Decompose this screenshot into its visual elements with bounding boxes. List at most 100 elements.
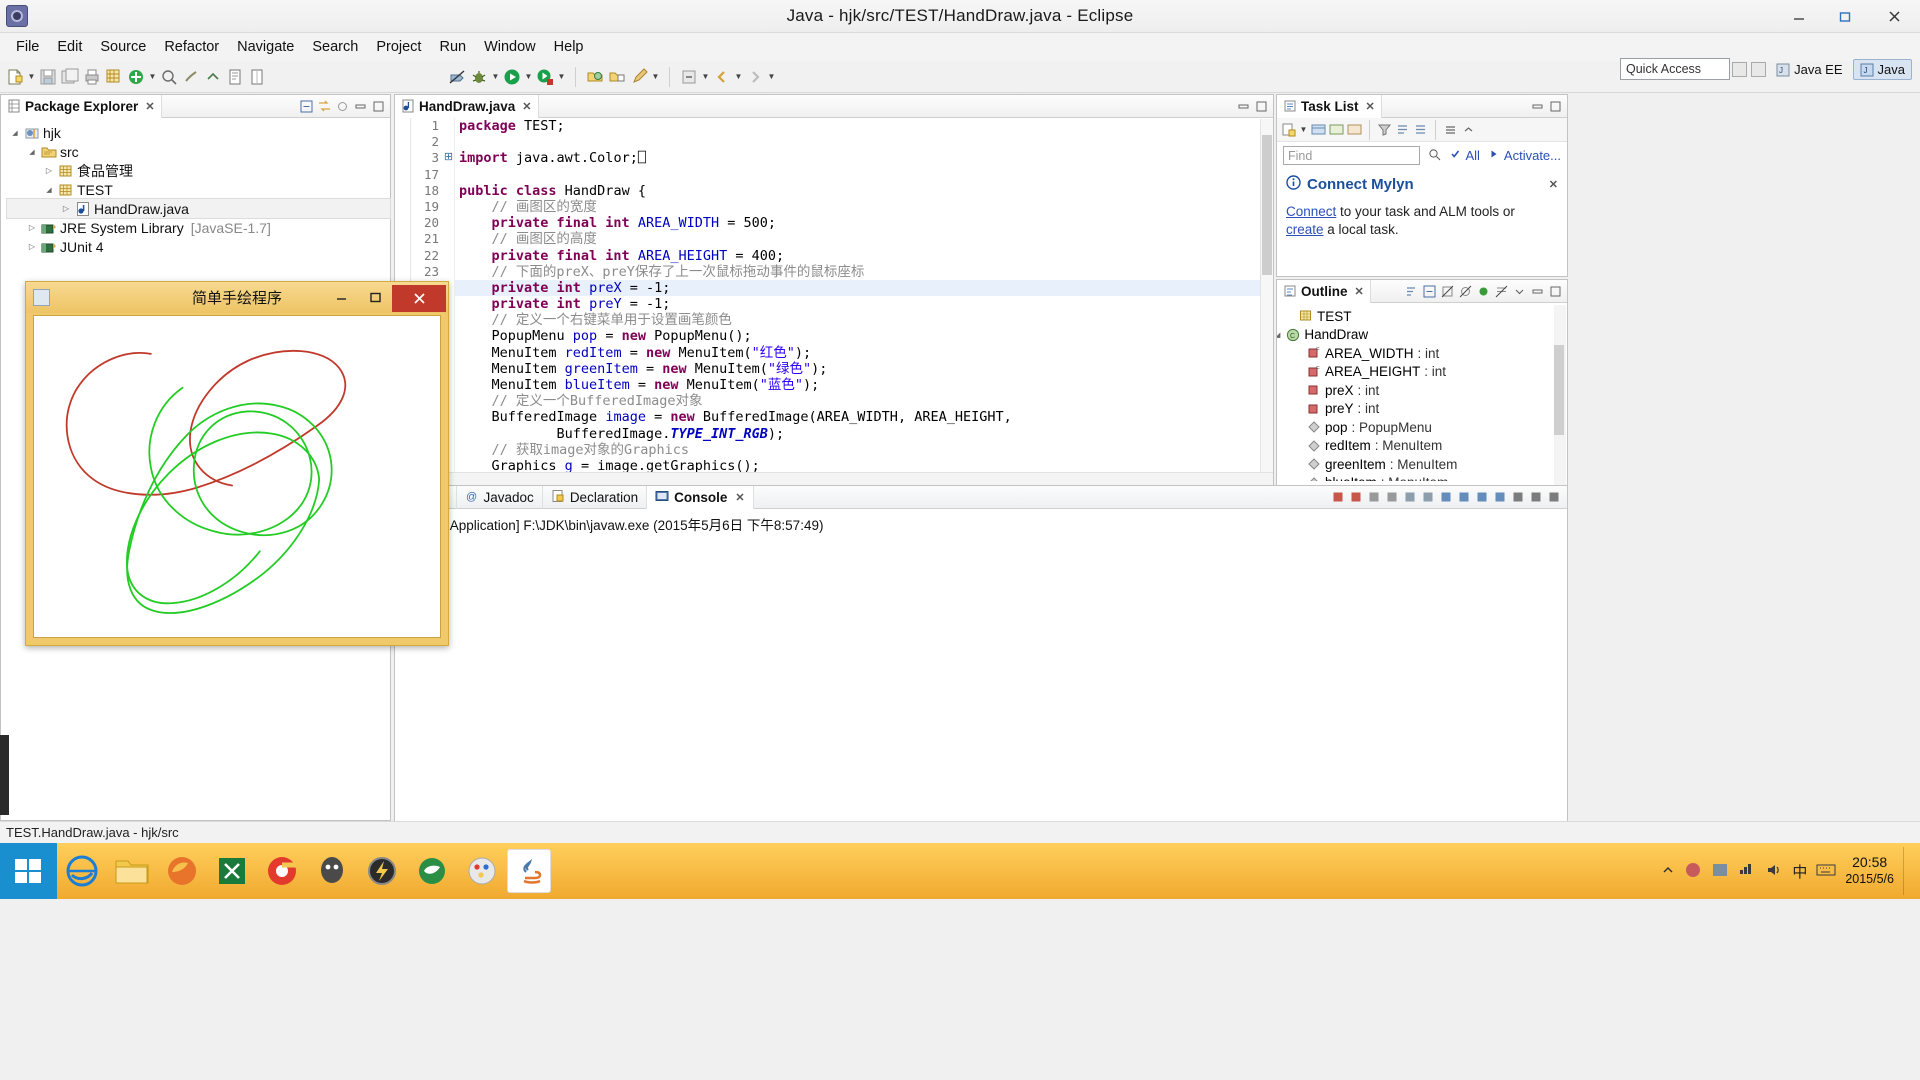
package-tree-row[interactable]: ◢ hjk	[7, 123, 390, 142]
tab-outline[interactable]: Outline ✕	[1277, 279, 1371, 303]
back-dropdown-icon[interactable]: ▼	[734, 67, 743, 87]
code-line[interactable]: BufferedImage image = new BufferedImage(…	[455, 409, 1273, 425]
open-task-2-icon[interactable]	[607, 67, 627, 87]
close-icon[interactable]: ✕	[735, 491, 744, 504]
mylyn-connect-link[interactable]: Connect	[1286, 204, 1336, 219]
editor-vertical-scrollbar[interactable]	[1260, 119, 1273, 472]
twisty-collapsed-icon[interactable]: ▷	[60, 204, 72, 213]
tray-volume-icon[interactable]	[1765, 862, 1783, 881]
outline-row[interactable]: preX : int	[1277, 381, 1567, 400]
menu-navigate[interactable]: Navigate	[228, 36, 303, 58]
terminate-all-icon[interactable]	[1349, 490, 1364, 505]
handdraw-close-button[interactable]	[392, 285, 446, 312]
maximize-editor-icon[interactable]	[1254, 99, 1269, 114]
code-line[interactable]: PopupMenu pop = new PopupMenu();	[455, 328, 1273, 344]
package-tree-row[interactable]: ▷ JRE System Library [JavaSE-1.7]	[7, 218, 390, 237]
debug-icon[interactable]	[469, 67, 489, 87]
outline-scrollbar-thumb[interactable]	[1554, 345, 1564, 435]
outline-tree[interactable]: TEST ◢ C HandDraw F AREA_WIDTH : int F AREA_HEI…	[1277, 303, 1567, 481]
hide-local-icon[interactable]	[1494, 284, 1509, 299]
code-line[interactable]: private final int AREA_WIDTH = 500;	[455, 215, 1273, 231]
new-java-class-icon[interactable]	[104, 67, 124, 87]
open-type-icon[interactable]	[585, 67, 605, 87]
perspective-list-icon[interactable]	[1751, 62, 1767, 77]
close-icon[interactable]: ✕	[1366, 100, 1375, 113]
filter-icon[interactable]	[1377, 122, 1392, 137]
package-tree-row[interactable]: ▷ HandDraw.java	[6, 198, 391, 219]
taskbar-chrome-icon[interactable]	[257, 843, 307, 899]
link-with-editor-icon[interactable]	[317, 99, 332, 114]
handdraw-canvas[interactable]	[33, 315, 441, 638]
external-tools-dropdown-icon[interactable]: ▼	[557, 67, 566, 87]
code-line[interactable]: import java.awt.Color;⎕	[455, 150, 1273, 166]
fold-toggle-icon[interactable]: ⊞	[443, 150, 454, 166]
new-task-icon[interactable]	[1281, 122, 1296, 137]
open-task-icon[interactable]	[225, 67, 245, 87]
run-external-tools-icon[interactable]	[535, 67, 555, 87]
package-tree-row[interactable]: ▷ JUnit 4	[7, 237, 390, 256]
taskbar-paint-icon[interactable]	[457, 843, 507, 899]
menu-search[interactable]: Search	[303, 36, 367, 58]
back-icon[interactable]	[712, 67, 732, 87]
taskbar-qq-icon[interactable]	[307, 843, 357, 899]
console-menu-icon[interactable]	[1511, 490, 1526, 505]
task-view-menu-icon[interactable]	[1443, 122, 1458, 137]
outline-row[interactable]: preY : int	[1277, 400, 1567, 419]
code-line[interactable]: // 定义一个右键菜单用于设置画笔颜色	[455, 312, 1273, 328]
new-task-dropdown-icon[interactable]: ▼	[1299, 120, 1308, 140]
code-line[interactable]: BufferedImage.TYPE_INT_RGB);	[455, 426, 1273, 442]
hide-nonpublic-icon[interactable]	[1476, 284, 1491, 299]
outline-row[interactable]: blueItem : MenuItem	[1277, 474, 1567, 481]
collapse-icon[interactable]	[1395, 122, 1410, 137]
minimize-console-icon[interactable]	[1529, 490, 1544, 505]
taskbar-firefox-icon[interactable]	[157, 843, 207, 899]
tray-app2-icon[interactable]	[1711, 861, 1729, 882]
run-dropdown-icon[interactable]: ▼	[524, 67, 533, 87]
forward-dropdown-icon[interactable]: ▼	[767, 67, 776, 87]
code-line[interactable]: // 定义一个BufferedImage对象	[455, 393, 1273, 409]
code-line[interactable]: package TEST;	[455, 118, 1273, 134]
taskbar-eclipse-icon[interactable]	[407, 843, 457, 899]
next-annotation-icon[interactable]	[203, 67, 223, 87]
taskbar-thunder-icon[interactable]	[357, 843, 407, 899]
maximize-console-icon[interactable]	[1547, 490, 1562, 505]
open-perspective-icon[interactable]	[1732, 62, 1748, 77]
perspective-java-ee[interactable]: J Java EE	[1770, 60, 1848, 79]
twisty-collapsed-icon[interactable]: ▷	[43, 166, 55, 175]
run-icon[interactable]	[502, 67, 522, 87]
tray-ime-indicator[interactable]: 中	[1792, 861, 1807, 882]
menu-file[interactable]: File	[7, 36, 48, 58]
code-line[interactable]	[455, 167, 1273, 183]
outline-row[interactable]: ◢ C HandDraw	[1277, 326, 1567, 345]
code-line[interactable]: // 获取image对象的Graphics	[455, 442, 1273, 458]
code-line[interactable]: MenuItem greenItem = new MenuItem("绿色");	[455, 361, 1273, 377]
outline-row[interactable]: pop : PopupMenu	[1277, 418, 1567, 437]
close-mylyn-icon[interactable]: ✕	[1549, 178, 1558, 191]
twisty-expanded-icon[interactable]: ◢	[26, 148, 38, 156]
code-line[interactable]: MenuItem blueItem = new MenuItem("蓝色");	[455, 377, 1273, 393]
activate-arrow-icon[interactable]	[1488, 148, 1500, 163]
word-wrap-icon[interactable]	[1439, 490, 1454, 505]
focus-icon[interactable]	[1347, 122, 1362, 137]
menu-edit[interactable]: Edit	[48, 36, 91, 58]
outline-row[interactable]: redItem : MenuItem	[1277, 437, 1567, 456]
print-icon[interactable]	[82, 67, 102, 87]
activate-label[interactable]: Activate...	[1504, 148, 1561, 163]
skip-breakpoints-icon[interactable]	[181, 67, 201, 87]
hide-static-icon[interactable]	[1458, 284, 1473, 299]
outline-view-menu-icon[interactable]	[1512, 284, 1527, 299]
display-console-icon[interactable]	[1475, 490, 1490, 505]
forward-icon[interactable]	[745, 67, 765, 87]
menu-run[interactable]: Run	[430, 36, 475, 58]
debug-dropdown-icon[interactable]: ▼	[491, 67, 500, 87]
taskbar-excel-icon[interactable]	[207, 843, 257, 899]
task-minimize-icon[interactable]	[1461, 122, 1476, 137]
expand-icon[interactable]	[1413, 122, 1428, 137]
package-tree-row[interactable]: ◢ src	[7, 142, 390, 161]
taskbar-edge-icon[interactable]	[57, 843, 107, 899]
quick-access-input[interactable]: Quick Access	[1620, 58, 1730, 80]
outline-row[interactable]: F AREA_HEIGHT : int	[1277, 363, 1567, 382]
new-icon[interactable]	[5, 67, 25, 87]
tray-keyboard-icon[interactable]	[1816, 863, 1836, 880]
code-line[interactable]: public class HandDraw {	[455, 183, 1273, 199]
